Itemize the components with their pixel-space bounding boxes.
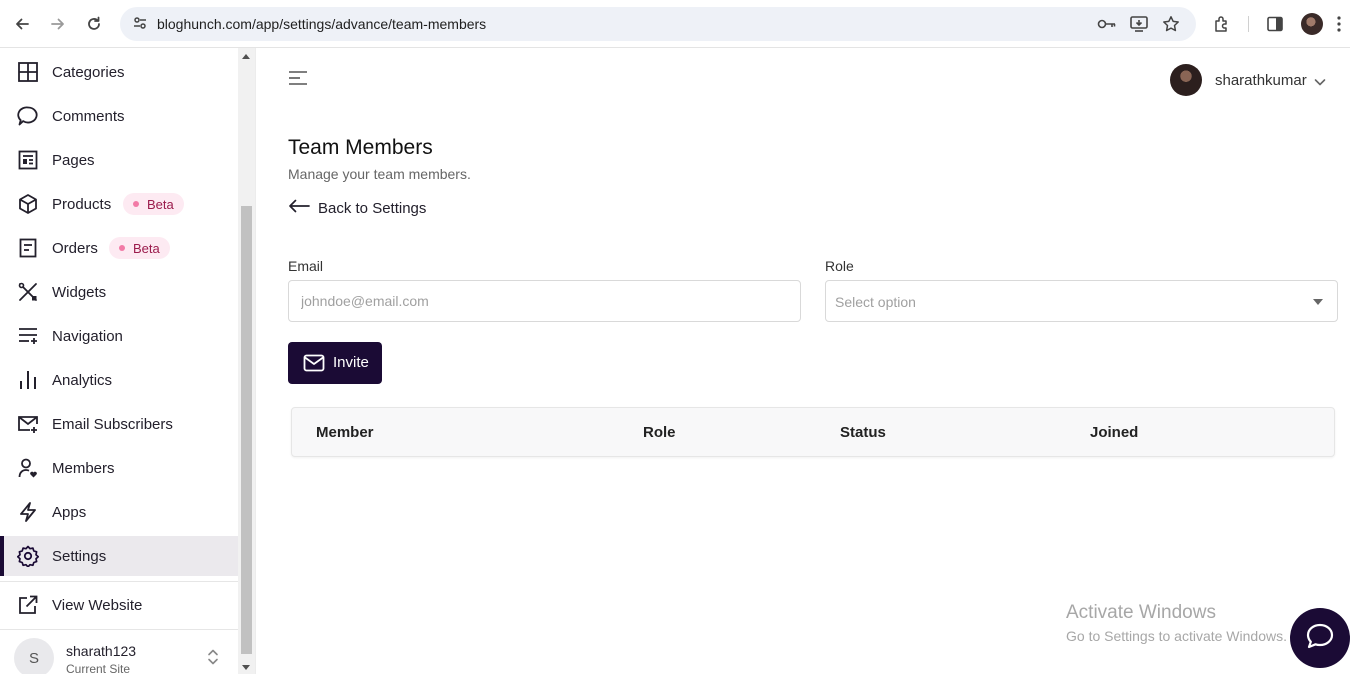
back-to-settings-link[interactable]: Back to Settings: [288, 198, 426, 218]
view-website-link[interactable]: View Website: [0, 585, 238, 625]
sidebar-item-members[interactable]: Members: [0, 448, 238, 488]
browser-profile-avatar[interactable]: [1301, 13, 1323, 35]
column-header-member: Member: [316, 424, 374, 441]
site-subtitle: Current Site: [66, 662, 131, 674]
sidebar-item-label: Products: [52, 195, 112, 213]
site-name: sharath123: [66, 643, 137, 659]
arrow-left-icon: [288, 199, 310, 218]
mail-icon: [303, 353, 325, 378]
sidebar-item-analytics[interactable]: Analytics: [0, 360, 238, 400]
column-header-joined: Joined: [1090, 424, 1139, 441]
page-title: Team Members: [288, 136, 433, 159]
sidebar-item-label: Analytics: [52, 371, 113, 389]
address-bar[interactable]: bloghunch.com/app/settings/advance/team-…: [120, 7, 1196, 41]
invite-button[interactable]: Invite: [288, 342, 382, 384]
main-content: sharathkumar Team Members Manage your te…: [256, 48, 1350, 674]
sidebar-item-label: Comments: [52, 107, 125, 125]
column-header-role: Role: [643, 424, 676, 441]
analytics-icon: [16, 368, 40, 392]
beta-badge: Beta: [123, 193, 184, 215]
sidebar-item-settings[interactable]: Settings: [0, 536, 238, 576]
chat-support-button[interactable]: [1290, 608, 1350, 668]
beta-badge: Beta: [109, 237, 170, 259]
sidebar: Categories Comments Pages Products Beta: [0, 48, 256, 674]
role-select[interactable]: Select option: [825, 280, 1338, 322]
browser-toolbar: bloghunch.com/app/settings/advance/team-…: [0, 0, 1350, 48]
bolt-icon: [16, 500, 40, 524]
invite-button-label: Invite: [333, 354, 369, 371]
sidebar-item-orders[interactable]: Orders Beta: [0, 228, 238, 268]
bookmark-star-icon[interactable]: [1161, 15, 1181, 33]
sidebar-item-apps[interactable]: Apps: [0, 492, 238, 532]
page-subtitle: Manage your team members.: [288, 166, 471, 182]
external-link-icon: [16, 593, 40, 617]
mail-plus-icon: [16, 412, 40, 436]
sidebar-item-label: Widgets: [52, 283, 107, 301]
sidebar-item-pages[interactable]: Pages: [0, 140, 238, 180]
sidebar-scrollbar[interactable]: [238, 48, 255, 674]
email-label: Email: [288, 258, 324, 274]
orders-icon: [16, 236, 40, 260]
chevron-up-down-icon: [206, 648, 220, 671]
member-heart-icon: [16, 456, 40, 480]
activate-windows-title: Activate Windows: [1066, 602, 1216, 623]
caret-down-icon: [1313, 299, 1323, 305]
sidebar-item-widgets[interactable]: Widgets: [0, 272, 238, 312]
site-avatar: S: [14, 638, 54, 674]
cube-icon: [16, 192, 40, 216]
back-arrow-icon[interactable]: [10, 12, 34, 36]
site-info-icon[interactable]: [132, 15, 148, 36]
sidebar-item-products[interactable]: Products Beta: [0, 184, 238, 224]
sidebar-item-label: Categories: [52, 63, 125, 81]
comment-icon: [16, 104, 40, 128]
activate-windows-subtitle: Go to Settings to activate Windows.: [1066, 628, 1287, 644]
sidebar-item-label: Email Subscribers: [52, 415, 173, 433]
sidebar-item-label: Settings: [52, 547, 107, 565]
user-name: sharathkumar: [1215, 72, 1307, 89]
scrollbar-thumb[interactable]: [241, 206, 252, 654]
install-app-icon[interactable]: [1129, 15, 1149, 33]
view-website-label: View Website: [52, 596, 143, 614]
role-select-placeholder: Select option: [835, 294, 916, 310]
user-avatar: [1170, 64, 1202, 96]
column-header-status: Status: [840, 424, 886, 441]
scroll-down-arrow-icon[interactable]: [242, 665, 250, 670]
scroll-up-arrow-icon[interactable]: [242, 54, 250, 59]
site-switcher[interactable]: S sharath123 Current Site: [0, 630, 238, 674]
menu-toggle-icon[interactable]: [288, 70, 312, 90]
grid-icon: [16, 60, 40, 84]
url-text[interactable]: bloghunch.com/app/settings/advance/team-…: [157, 16, 486, 32]
forward-arrow-icon[interactable]: [46, 12, 70, 36]
sidebar-item-label: Members: [52, 459, 115, 477]
reload-icon[interactable]: [82, 12, 106, 36]
sidebar-item-label: Pages: [52, 151, 95, 169]
password-key-icon[interactable]: [1097, 15, 1117, 33]
toolbar-divider: [1248, 16, 1249, 32]
gear-icon: [16, 544, 40, 568]
tools-icon: [16, 280, 40, 304]
pages-icon: [16, 148, 40, 172]
sidebar-item-email-subscribers[interactable]: Email Subscribers: [0, 404, 238, 444]
role-label: Role: [825, 258, 854, 274]
sidebar-divider: [0, 581, 238, 582]
sidebar-item-navigation[interactable]: Navigation: [0, 316, 238, 356]
back-link-label: Back to Settings: [318, 199, 427, 217]
sidebar-item-label: Apps: [52, 503, 87, 521]
sidebar-item-label: Orders: [52, 239, 98, 257]
browser-menu-icon[interactable]: [1334, 13, 1344, 35]
sidebar-item-categories[interactable]: Categories: [0, 52, 238, 92]
sidebar-item-label: Navigation: [52, 327, 123, 345]
side-panel-icon[interactable]: [1264, 13, 1286, 35]
chat-bubble-icon: [1305, 622, 1335, 655]
chevron-down-icon: [1314, 74, 1326, 92]
navigation-icon: [16, 324, 40, 348]
sidebar-item-comments[interactable]: Comments: [0, 96, 238, 136]
extensions-puzzle-icon[interactable]: [1211, 13, 1233, 35]
team-members-table: Member Role Status Joined: [291, 407, 1335, 457]
email-input[interactable]: [288, 280, 801, 322]
